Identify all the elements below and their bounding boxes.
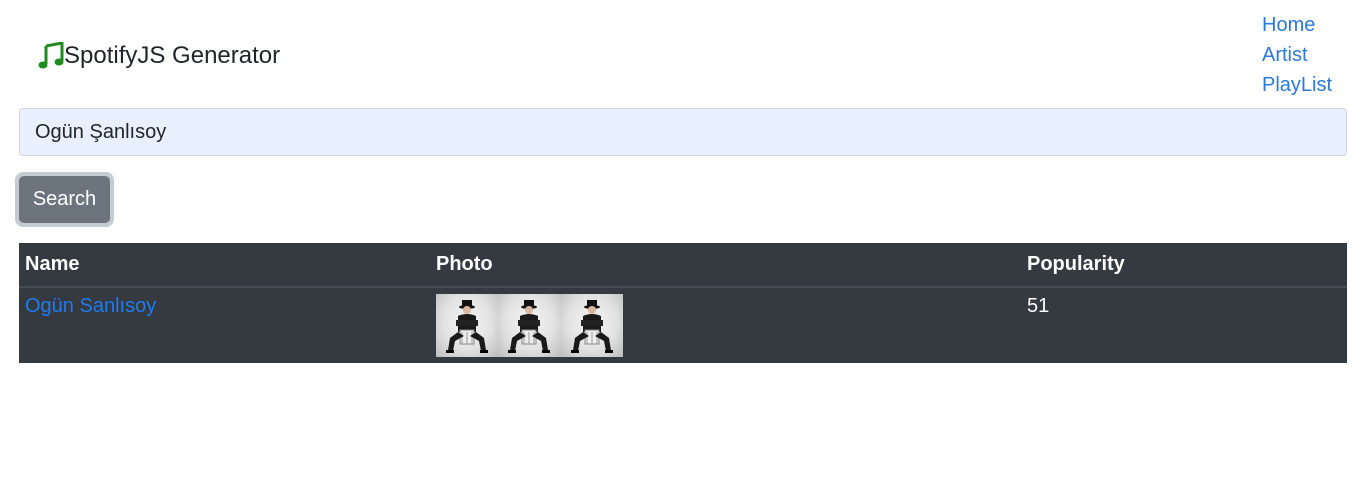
results-table: Name Photo Popularity Ogün Sanlısoy 51: [19, 243, 1347, 363]
popularity-value: 51: [1027, 295, 1050, 317]
nav-playlist-link[interactable]: PlayList: [1262, 70, 1362, 100]
search-button-label: Search: [19, 176, 110, 223]
nav-home-link[interactable]: Home: [1262, 10, 1362, 40]
brand-link[interactable]: SpotifyJS Generator: [38, 40, 280, 72]
cell-name: Ogün Sanlısoy: [19, 287, 430, 363]
nav-menu: Home Artist PlayList: [1262, 10, 1362, 100]
nav-artist-link[interactable]: Artist: [1262, 40, 1362, 70]
header-popularity: Popularity: [1021, 243, 1347, 288]
search-input[interactable]: [19, 108, 1347, 156]
music-note-icon: [38, 42, 64, 70]
search-button[interactable]: Search: [15, 172, 114, 227]
artist-photos: [436, 294, 1015, 357]
header-photo: Photo: [430, 243, 1021, 288]
artist-name-link[interactable]: Ogün Sanlısoy: [25, 295, 156, 317]
cell-photo: [430, 287, 1021, 363]
table-header-row: Name Photo Popularity: [19, 243, 1347, 288]
navbar: SpotifyJS Generator Home Artist PlayList: [0, 0, 1366, 104]
cell-popularity: 51: [1021, 287, 1347, 363]
table-row: Ogün Sanlısoy 51: [19, 287, 1347, 363]
brand-title: SpotifyJS Generator: [64, 42, 281, 69]
artist-photo: [436, 294, 499, 357]
artist-photo: [560, 294, 623, 357]
header-name: Name: [19, 243, 430, 288]
artist-photo: [498, 294, 561, 357]
